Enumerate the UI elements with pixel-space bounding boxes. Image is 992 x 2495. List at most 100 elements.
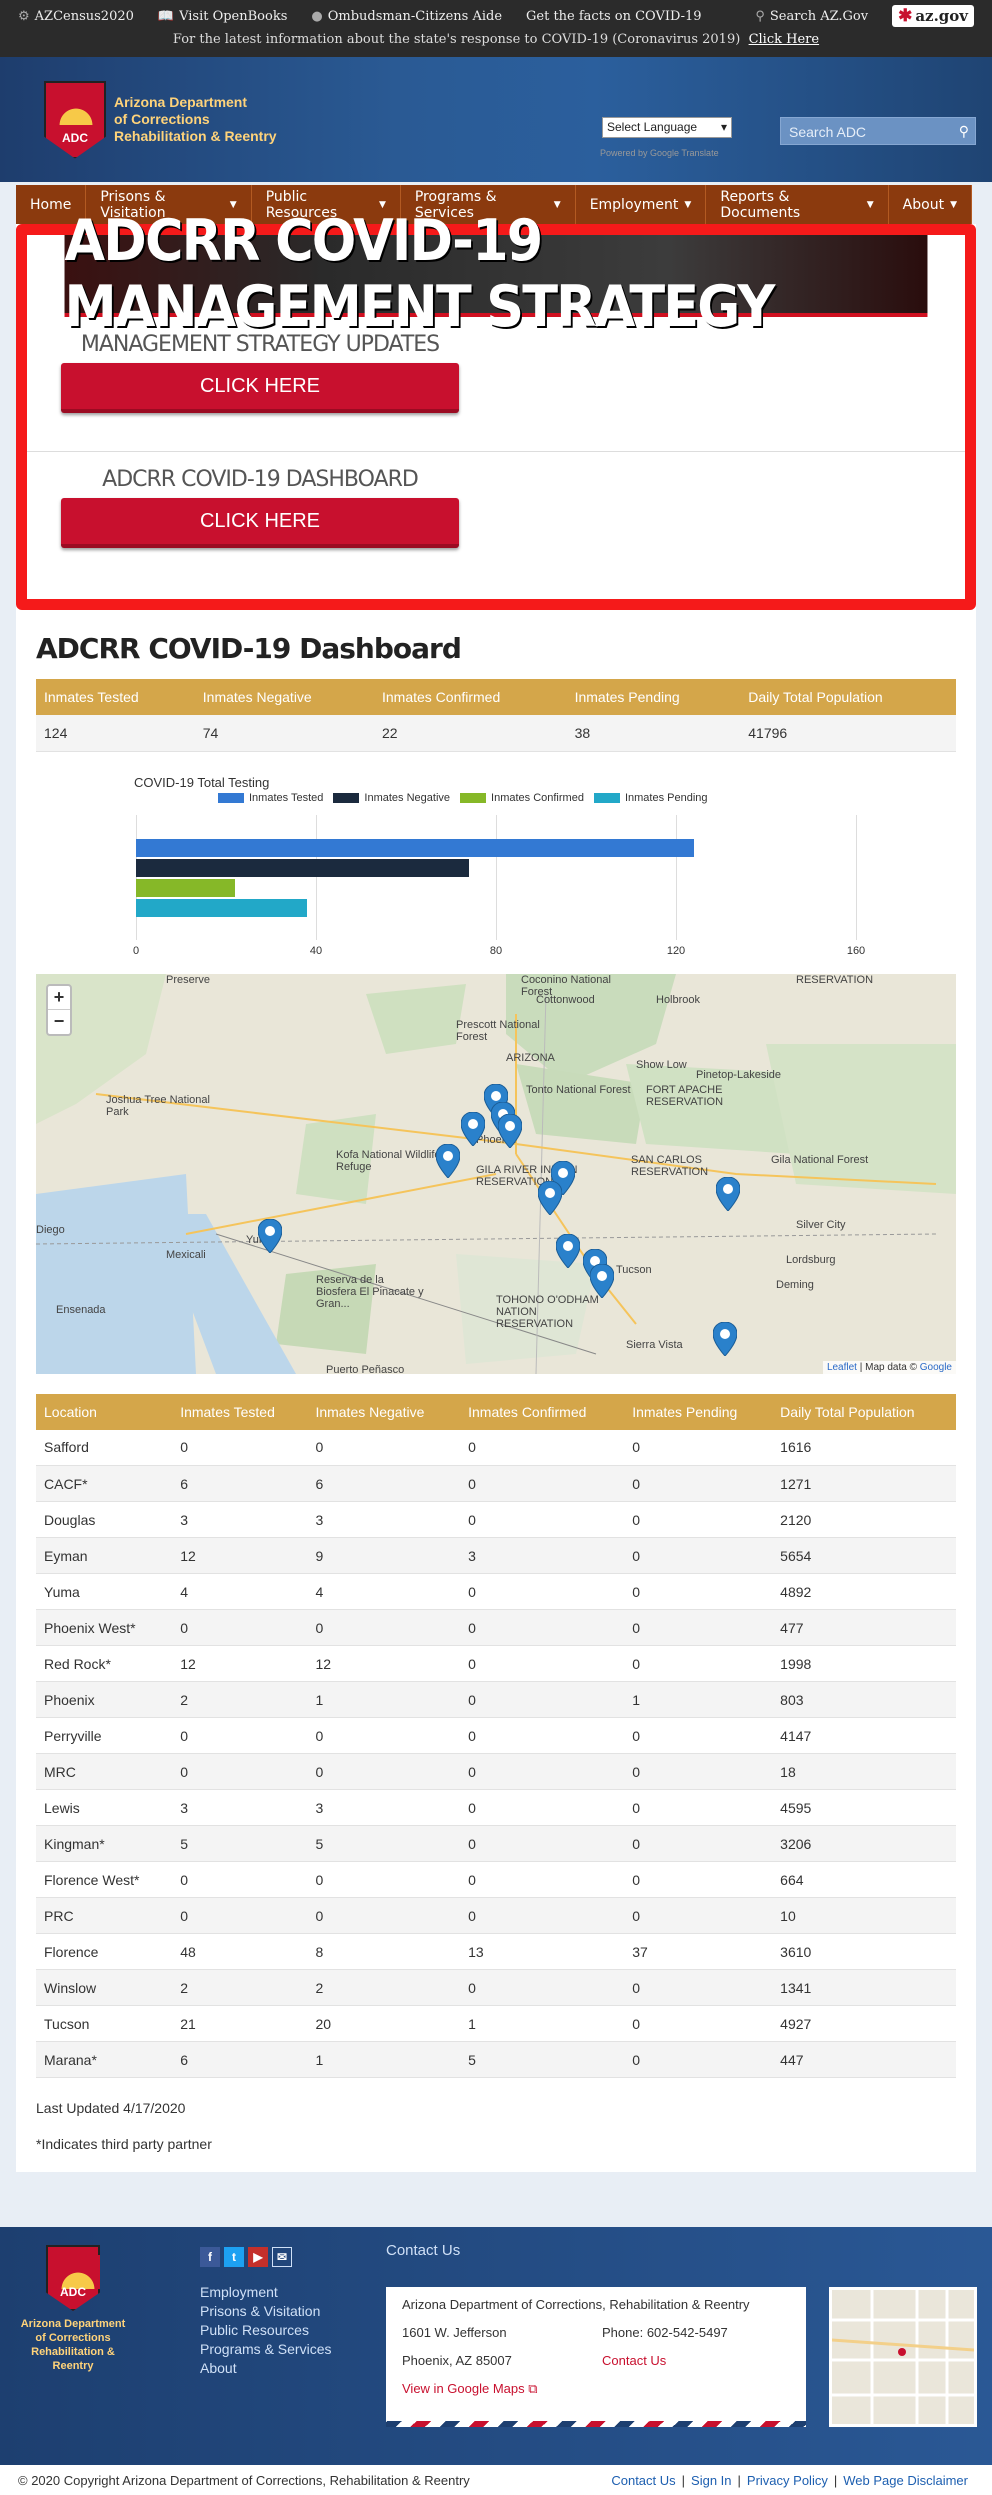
footer-contact-link[interactable]: Contact Us <box>611 2473 675 2488</box>
external-link-icon: ⧉ <box>524 2381 538 2396</box>
google-maps-link[interactable]: View in Google Maps <box>402 2381 525 2397</box>
map-marker-icon[interactable] <box>436 1143 460 1178</box>
footer-link-prisons[interactable]: Prisons & Visitation <box>200 2302 331 2321</box>
map-place-label: RESERVATION <box>796 973 874 986</box>
map-zoom-control: + − <box>46 983 72 1036</box>
contact-phone: Phone: 602-542-5497 <box>602 2325 728 2340</box>
search-input[interactable]: Search ADC ⚲ <box>780 117 976 145</box>
adc-badge-icon: ADC <box>46 2245 100 2311</box>
table-cell: 0 <box>307 1753 461 1790</box>
map-marker-icon[interactable] <box>590 1263 614 1298</box>
grid-line <box>676 814 677 940</box>
location-name: Marana* <box>36 2041 173 2078</box>
sign-in-link[interactable]: Sign In <box>691 2473 731 2488</box>
footer-link-about[interactable]: About <box>200 2359 331 2378</box>
table-cell: 13 <box>460 1933 625 1970</box>
table-cell: 2 <box>172 1681 308 1718</box>
grid-line <box>136 814 137 940</box>
table-cell: 0 <box>624 1789 773 1826</box>
azgov-logo[interactable]: ✱ az.gov <box>892 5 974 27</box>
map-marker-icon[interactable] <box>716 1176 740 1211</box>
table-cell: 0 <box>624 1825 773 1862</box>
google-link[interactable]: Google <box>920 1362 952 1373</box>
openbooks-link[interactable]: 📖 Visit OpenBooks <box>158 9 288 24</box>
map-marker-icon[interactable] <box>538 1180 562 1215</box>
disclaimer-link[interactable]: Web Page Disclaimer <box>843 2473 968 2488</box>
chart-bar[interactable] <box>136 878 235 897</box>
covid-facts-link[interactable]: Get the facts on COVID-19 <box>526 9 702 24</box>
map-marker-icon[interactable] <box>713 1321 737 1356</box>
table-cell: 3 <box>460 1537 625 1574</box>
table-cell: 0 <box>172 1753 308 1790</box>
map-marker-icon[interactable] <box>556 1233 580 1268</box>
summary-value: 41796 <box>740 715 956 752</box>
map-marker-icon[interactable] <box>258 1218 282 1253</box>
census-link[interactable]: ⚙ AZCensus2020 <box>18 9 134 24</box>
site-footer: ADC Arizona Department of Corrections Re… <box>0 2227 992 2465</box>
table-cell: 0 <box>624 1573 773 1610</box>
location-name: Perryville <box>36 1717 173 1754</box>
table-header: Daily Total Population <box>772 1393 956 1430</box>
table-row: Eyman 12 9 3 0 5654 <box>36 1537 956 1574</box>
legend-item[interactable]: Inmates Pending <box>593 792 708 804</box>
table-cell: 3 <box>307 1789 461 1826</box>
map-place-label: Prescott National Forest <box>456 1018 540 1043</box>
ombudsman-link[interactable]: ● Ombudsman-Citizens Aide <box>311 9 502 24</box>
chart-bar[interactable] <box>136 838 694 857</box>
zoom-out-button[interactable]: − <box>48 1010 70 1034</box>
facility-map[interactable]: + − Preserve Coconino National Forest Cott… <box>36 973 956 1374</box>
adc-logo[interactable]: ADC Arizona Department of Corrections Re… <box>44 80 277 159</box>
chart-bar[interactable] <box>136 898 307 917</box>
youtube-icon[interactable]: ▶ <box>248 2247 268 2267</box>
map-marker-icon[interactable] <box>498 1113 522 1148</box>
leaflet-link[interactable]: Leaflet <box>827 1362 857 1373</box>
covid-notice-link[interactable]: Click Here <box>749 32 820 47</box>
footer-logo[interactable]: ADC Arizona Department of Corrections Re… <box>18 2245 128 2373</box>
zoom-in-button[interactable]: + <box>48 986 70 1010</box>
table-cell: 0 <box>172 1609 308 1646</box>
legend-item[interactable]: Inmates Tested <box>218 792 323 804</box>
table-row: Marana* 6 1 5 0 447 <box>36 2041 956 2078</box>
contact-us-link[interactable]: Contact Us <box>602 2353 666 2368</box>
email-icon[interactable]: ✉ <box>272 2247 292 2267</box>
footer-link-employment[interactable]: Employment <box>200 2283 331 2302</box>
location-name: Eyman <box>36 1537 173 1574</box>
table-cell: 0 <box>624 1645 773 1682</box>
footer-link-programs[interactable]: Programs & Services <box>200 2340 331 2359</box>
twitter-icon[interactable]: t <box>224 2247 244 2267</box>
footer-link-public-resources[interactable]: Public Resources <box>200 2321 331 2340</box>
chart-bar[interactable] <box>136 858 469 877</box>
table-cell: 0 <box>624 1465 773 1502</box>
legend-swatch <box>460 792 487 803</box>
legend-item[interactable]: Inmates Negative <box>333 792 450 804</box>
table-cell: 48 <box>172 1933 308 1970</box>
table-header: Inmates Tested <box>172 1393 308 1430</box>
x-tick-label: 0 <box>132 944 140 957</box>
location-name: PRC <box>36 1897 173 1934</box>
map-place-label: Puerto Peñasco <box>326 1363 405 1374</box>
facebook-icon[interactable]: f <box>200 2247 220 2267</box>
legend-item[interactable]: Inmates Confirmed <box>460 792 584 804</box>
table-cell: 1 <box>460 2005 625 2042</box>
map-marker-icon[interactable] <box>461 1111 485 1146</box>
partner-note: *Indicates third party partner <box>36 2136 212 2152</box>
copyright-bar: © 2020 Copyright Arizona Department of C… <box>0 2465 992 2495</box>
map-place-label: Pinetop-Lakeside <box>696 1068 782 1081</box>
search-icon[interactable]: ⚲ <box>959 123 969 140</box>
table-cell: 21 <box>172 2005 308 2042</box>
table-cell: 0 <box>624 1969 773 2006</box>
dashboard-button[interactable]: CLICK HERE <box>61 498 459 548</box>
strategy-updates-button[interactable]: CLICK HERE <box>61 363 459 413</box>
table-cell: 477 <box>772 1609 956 1646</box>
table-cell: 1 <box>307 2041 461 2078</box>
table-row: Tucson 21 20 1 0 4927 <box>36 2005 956 2042</box>
footer-map[interactable] <box>829 2287 977 2427</box>
table-cell: 0 <box>460 1609 625 1646</box>
privacy-policy-link[interactable]: Privacy Policy <box>747 2473 828 2488</box>
chart-legend: Inmates Tested Inmates Negative Inmates Co… <box>218 792 708 804</box>
search-azgov-link[interactable]: ⚲ Search AZ.Gov <box>755 9 868 24</box>
language-select[interactable]: Select Language ▾ <box>602 117 732 138</box>
table-cell: 0 <box>460 1969 625 2006</box>
legend-label: Inmates Tested <box>249 791 324 804</box>
summary-value: 22 <box>373 715 567 752</box>
